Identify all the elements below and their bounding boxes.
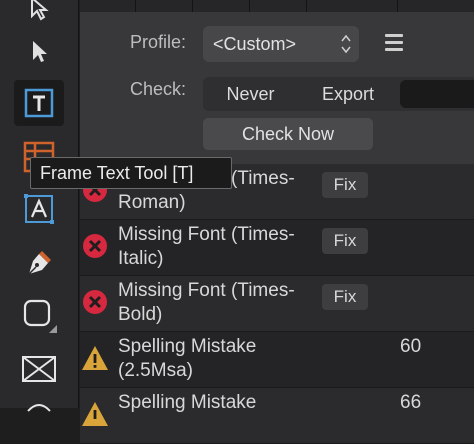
preflight-panel: Profile: <Custom> Check: Never Export Ch… <box>80 0 474 444</box>
issue-text: Spelling Mistake <box>118 392 257 413</box>
text-box-icon <box>24 88 54 118</box>
error-icon <box>83 290 107 314</box>
issue-row[interactable]: Spelling Mistake 66 <box>80 388 474 444</box>
check-export-option[interactable]: Export <box>303 77 393 111</box>
profile-select[interactable]: <Custom> <box>203 26 359 62</box>
frame-text-tool[interactable] <box>14 186 64 232</box>
strip-segment <box>307 0 398 12</box>
frame-text-icon <box>24 194 54 224</box>
issue-text: Missing Font (Times- Italic) <box>118 224 295 269</box>
issue-row[interactable]: Spelling Mistake (2.5Msa) 60 <box>80 332 474 388</box>
issue-text: Spelling Mistake (2.5Msa) <box>118 336 257 381</box>
preflight-settings: Profile: <Custom> Check: Never Export Ch… <box>80 12 474 164</box>
tool-tooltip: Frame Text Tool [T] <box>30 157 232 189</box>
crop-tool[interactable] <box>14 396 64 416</box>
issue-row[interactable]: Missing Font (Times- Bold) Fix <box>80 276 474 332</box>
artistic-text-tool[interactable] <box>14 80 64 126</box>
check-now-button[interactable]: Check Now <box>203 118 373 150</box>
error-icon <box>83 234 107 258</box>
profile-value: <Custom> <box>213 34 297 54</box>
panel-top-strip <box>80 0 474 12</box>
fix-button[interactable]: Fix <box>322 172 368 198</box>
issue-text: Missing Font (Times- Bold) <box>118 280 295 325</box>
partial-tool-icon <box>27 404 51 412</box>
fix-button[interactable]: Fix <box>322 284 368 310</box>
issue-row[interactable]: Missing Font (Times- Italic) Fix <box>80 220 474 276</box>
check-mode-segmented-control: Never Export <box>203 77 474 111</box>
check-label: Check: <box>130 79 187 99</box>
move-tool[interactable] <box>14 28 64 74</box>
warning-icon <box>82 402 108 426</box>
picture-frame-tool[interactable] <box>14 346 64 392</box>
hamburger-menu-icon[interactable] <box>385 34 403 52</box>
check-selected-option[interactable] <box>400 80 474 108</box>
strip-segment <box>136 0 193 12</box>
pen-tool[interactable] <box>14 240 64 286</box>
issue-count: 66 <box>400 392 422 413</box>
shape-tool[interactable] <box>14 292 64 338</box>
select-arrows-icon <box>341 34 351 54</box>
rounded-square-icon <box>23 299 57 333</box>
move-arrow-icon <box>33 41 47 62</box>
picture-frame-icon <box>22 356 56 382</box>
check-never-option[interactable]: Never <box>213 77 288 111</box>
arrow-cursor-icon <box>31 0 49 21</box>
strip-segment <box>193 0 250 12</box>
tools-toolbar <box>0 0 79 412</box>
profile-label: Profile: <box>130 32 187 52</box>
fix-button[interactable]: Fix <box>322 228 368 254</box>
issue-count: 60 <box>400 336 422 357</box>
strip-segment <box>80 0 136 12</box>
pen-nib-icon <box>28 251 51 275</box>
warning-icon <box>82 346 108 370</box>
strip-segment <box>250 0 307 12</box>
